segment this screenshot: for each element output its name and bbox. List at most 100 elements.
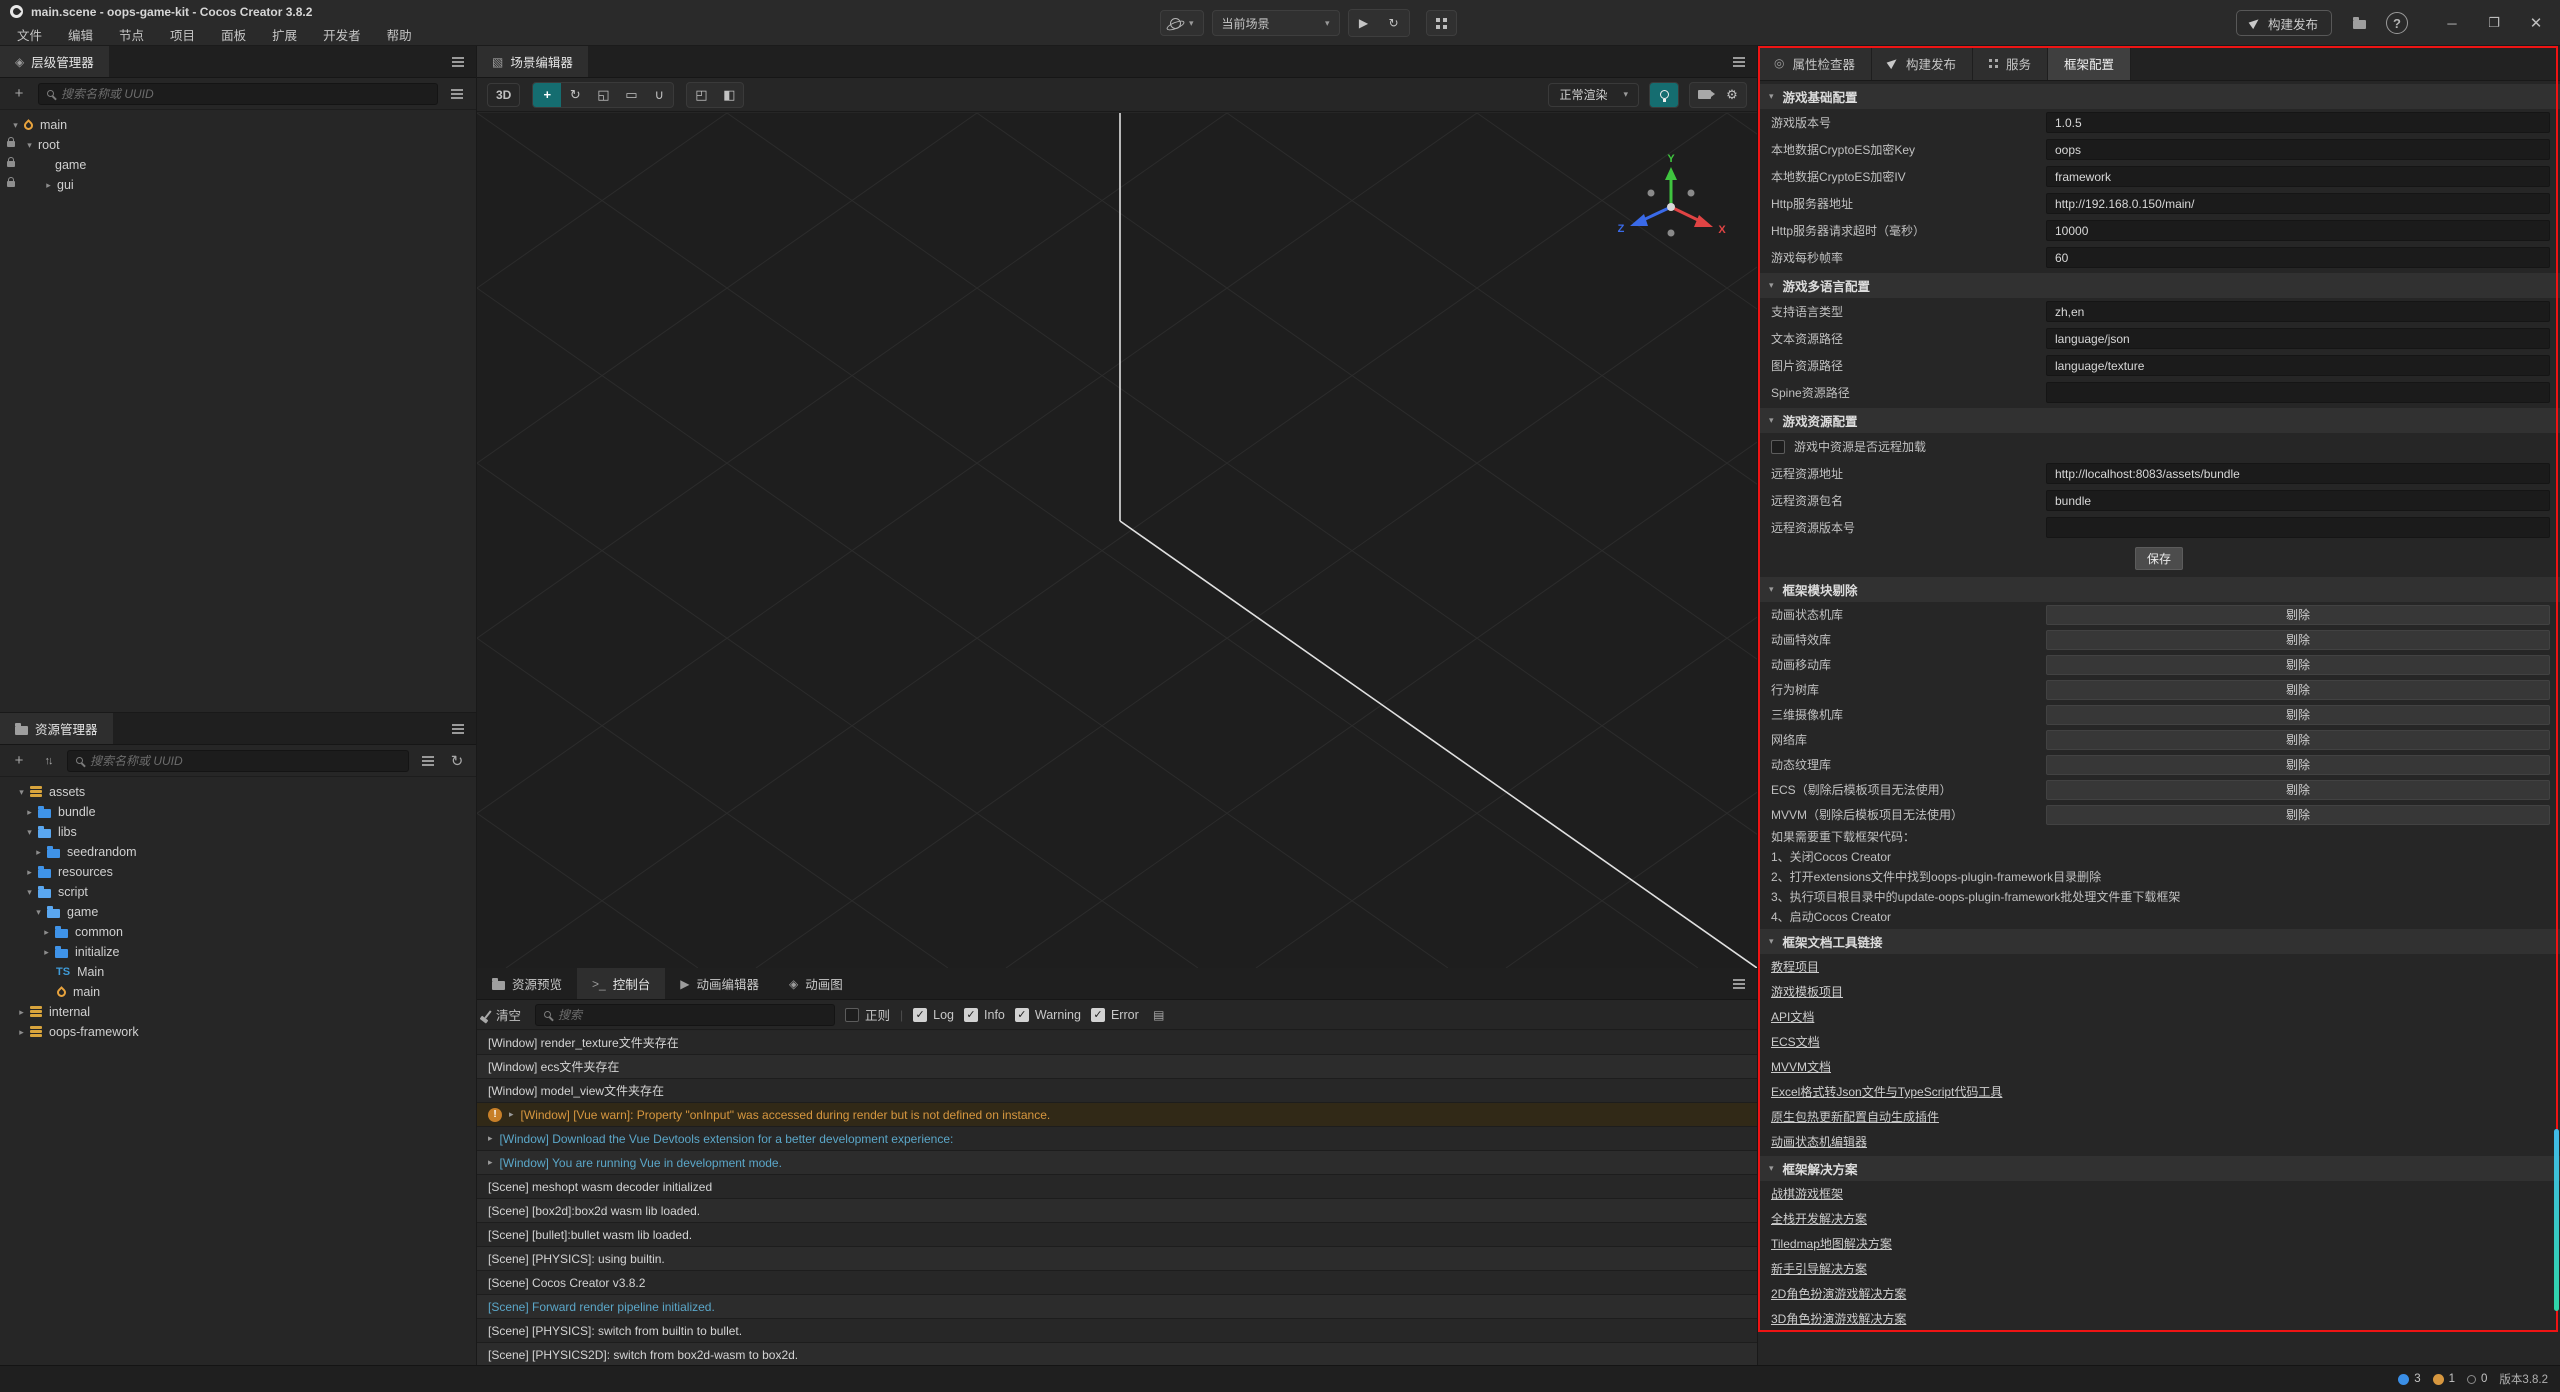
text-input[interactable]: 10000 <box>2046 220 2550 241</box>
scene-viewport[interactable]: Y X Z <box>477 113 1757 968</box>
collapse-arrow-icon[interactable]: ▾ <box>23 887 36 898</box>
play-button[interactable]: ▶ <box>1349 10 1379 36</box>
framework-link[interactable]: Excel格式转Json文件与TypeScript代码工具 <box>1758 1079 2560 1104</box>
move-tool-button[interactable]: + <box>533 83 561 107</box>
menu-node[interactable]: 节点 <box>106 25 157 44</box>
expand-arrow-icon[interactable]: ▸ <box>15 1007 28 1018</box>
framework-link[interactable]: 原生包热更新配置自动生成插件 <box>1758 1104 2560 1129</box>
close-button[interactable]: ✕ <box>2522 14 2550 32</box>
tab-framework-config[interactable]: 框架配置 <box>2048 46 2131 80</box>
log-count-badge[interactable]: 3 <box>2398 1373 2420 1385</box>
hierarchy-node-game[interactable]: game <box>0 155 476 175</box>
asset-node-internal[interactable]: ▸ internal <box>0 1002 476 1022</box>
sort-button[interactable]: ↑↓ <box>38 750 58 772</box>
remote-load-checkbox[interactable] <box>1771 440 1785 454</box>
panel-menu-icon[interactable] <box>1733 61 1745 63</box>
inspector-scrollbar-thumb[interactable] <box>2554 1129 2559 1311</box>
text-input[interactable]: language/texture <box>2046 355 2550 376</box>
remove-module-button[interactable]: 剔除 <box>2046 680 2550 700</box>
remove-module-button[interactable]: 剔除 <box>2046 805 2550 825</box>
build-publish-button[interactable]: 构建发布 <box>2236 10 2332 36</box>
framework-link[interactable]: 游戏模板项目 <box>1758 979 2560 1004</box>
expand-log-icon[interactable]: ▸ <box>488 1157 493 1168</box>
framework-link[interactable]: Tiledmap地图解决方案 <box>1758 1231 2560 1256</box>
tab-build-publish[interactable]: 构建发布 <box>1872 46 1973 80</box>
text-input[interactable]: framework <box>2046 166 2550 187</box>
framework-link[interactable]: 战棋游戏框架 <box>1758 1181 2560 1206</box>
warning-count-badge[interactable]: 1 <box>2433 1373 2455 1385</box>
lighting-toggle-button[interactable] <box>1650 83 1678 107</box>
preview-platform-select[interactable]: ▾ <box>1160 10 1204 36</box>
text-input[interactable]: zh,en <box>2046 301 2550 322</box>
tab-asset-preview[interactable]: 资源预览 <box>477 968 577 999</box>
render-mode-select[interactable]: 正常渲染 ▾ <box>1548 83 1639 107</box>
text-input[interactable]: bundle <box>2046 490 2550 511</box>
text-input[interactable]: oops <box>2046 139 2550 160</box>
clear-console-button[interactable]: 清空 <box>487 1005 525 1024</box>
expand-arrow-icon[interactable]: ▸ <box>40 927 53 938</box>
tab-services[interactable]: 服务 <box>1973 46 2048 80</box>
menu-project[interactable]: 项目 <box>157 25 208 44</box>
framework-link[interactable]: ECS文档 <box>1758 1029 2560 1054</box>
tab-property-inspector[interactable]: ◎ 属性检查器 <box>1758 46 1872 80</box>
expand-arrow-icon[interactable]: ▸ <box>23 867 36 878</box>
axis-gizmo[interactable]: Y X Z <box>1613 151 1729 251</box>
text-input[interactable] <box>2046 382 2550 403</box>
hierarchy-search-input[interactable] <box>61 87 429 101</box>
tab-hierarchy[interactable]: ◈ 层级管理器 <box>0 46 109 77</box>
expand-arrow-icon[interactable]: ▸ <box>42 180 55 191</box>
toggle-3d-button[interactable]: 3D <box>487 83 520 107</box>
asset-node-assets[interactable]: ▾ assets <box>0 782 476 802</box>
menu-panel[interactable]: 面板 <box>208 25 259 44</box>
asset-node-common[interactable]: ▸ common <box>0 922 476 942</box>
menu-developer[interactable]: 开发者 <box>310 25 374 44</box>
text-input[interactable]: language/json <box>2046 328 2550 349</box>
collapse-arrow-icon[interactable]: ▾ <box>23 827 36 838</box>
checkbox-checked[interactable] <box>913 1008 927 1022</box>
asset-node-initialize[interactable]: ▸ initialize <box>0 942 476 962</box>
section-basic-config[interactable]: ▾ 游戏基础配置 <box>1758 84 2560 109</box>
filter-button[interactable] <box>418 750 438 772</box>
maximize-button[interactable]: ❐ <box>2480 15 2508 31</box>
tab-animation-graph[interactable]: ◈ 动画图 <box>774 968 858 999</box>
remove-module-button[interactable]: 剔除 <box>2046 755 2550 775</box>
help-button[interactable]: ? <box>2386 12 2408 34</box>
section-solutions[interactable]: ▾ 框架解决方案 <box>1758 1156 2560 1181</box>
expand-arrow-icon[interactable]: ▸ <box>23 807 36 818</box>
framework-link[interactable]: 新手引导解决方案 <box>1758 1256 2560 1281</box>
checkbox-unchecked[interactable] <box>845 1008 859 1022</box>
collapse-arrow-icon[interactable]: ▾ <box>32 907 45 918</box>
checkbox-checked[interactable] <box>1091 1008 1105 1022</box>
create-node-button[interactable]: + <box>9 83 29 105</box>
minimize-button[interactable]: ─ <box>2438 16 2466 31</box>
asset-node-main-scene[interactable]: main <box>0 982 476 1002</box>
framework-link[interactable]: 全栈开发解决方案 <box>1758 1206 2560 1231</box>
filter-error-checkbox[interactable]: Error <box>1091 1008 1139 1022</box>
asset-node-libs[interactable]: ▾ libs <box>0 822 476 842</box>
gizmo-combined-tool-button[interactable]: ∪ <box>645 83 673 107</box>
text-input[interactable] <box>2046 517 2550 538</box>
text-input[interactable]: 1.0.5 <box>2046 112 2550 133</box>
collapse-arrow-icon[interactable]: ▾ <box>9 120 22 131</box>
remove-module-button[interactable]: 剔除 <box>2046 630 2550 650</box>
qr-preview-button[interactable] <box>1426 10 1457 36</box>
remove-module-button[interactable]: 剔除 <box>2046 780 2550 800</box>
filter-button[interactable] <box>447 83 467 105</box>
section-language-config[interactable]: ▾ 游戏多语言配置 <box>1758 273 2560 298</box>
expand-arrow-icon[interactable]: ▸ <box>40 947 53 958</box>
remove-module-button[interactable]: 剔除 <box>2046 655 2550 675</box>
asset-node-game[interactable]: ▾ game <box>0 902 476 922</box>
menu-file[interactable]: 文件 <box>4 25 55 44</box>
expand-arrow-icon[interactable]: ▸ <box>15 1027 28 1038</box>
tab-console[interactable]: >_ 控制台 <box>577 968 665 999</box>
tab-assets[interactable]: 资源管理器 <box>0 713 113 744</box>
scene-select[interactable]: 当前场景 ▾ <box>1212 10 1340 36</box>
axis-z-label[interactable]: Z <box>1618 223 1625 235</box>
refresh-button[interactable]: ↻ <box>447 750 467 772</box>
scene-settings-button[interactable]: ⚙ <box>1718 83 1746 107</box>
menu-edit[interactable]: 编辑 <box>55 25 106 44</box>
hierarchy-node-root[interactable]: ▾ root <box>0 135 476 155</box>
framework-link[interactable]: 3D角色扮演游戏解决方案 <box>1758 1306 2560 1331</box>
expand-log-icon[interactable]: ▸ <box>509 1109 514 1120</box>
open-project-button[interactable] <box>2346 10 2372 36</box>
